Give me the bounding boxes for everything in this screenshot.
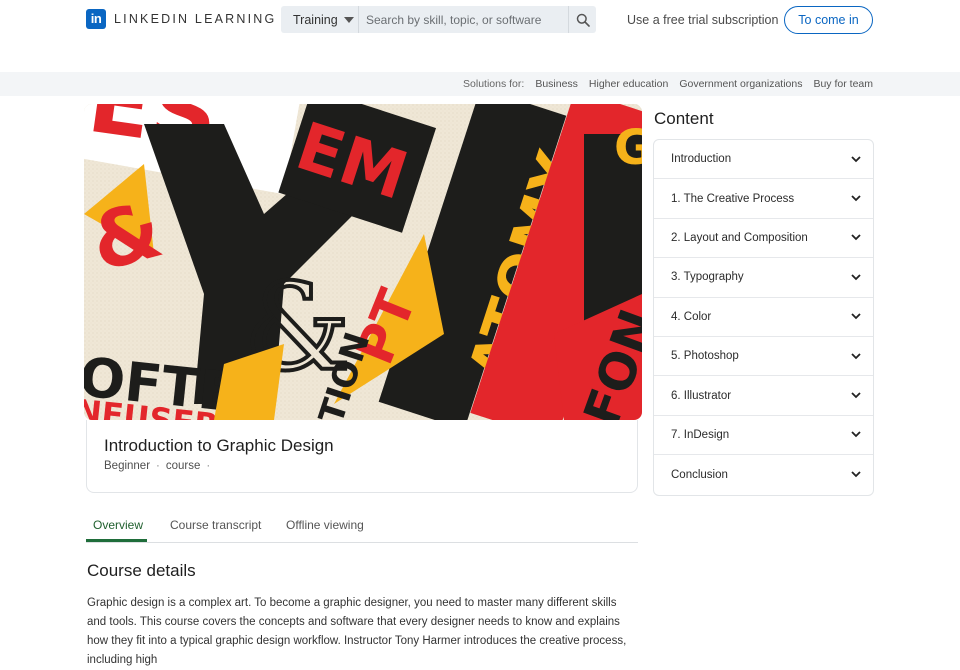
content-item-label: 7. InDesign: [671, 428, 730, 441]
content-item-label: 4. Color: [671, 310, 712, 323]
course-info-card: Introduction to Graphic Design Beginner …: [86, 420, 638, 493]
chevron-down-icon: [851, 274, 861, 281]
chevron-down-icon: [851, 313, 861, 320]
content-item-illustrator[interactable]: 6. Illustrator: [654, 376, 873, 416]
chevron-down-icon: [851, 431, 861, 438]
free-trial-link[interactable]: Use a free trial subscription: [627, 13, 778, 27]
course-hero-image[interactable]: ES & EM ATOMY KING G PT & OFTEN NFUSER T…: [84, 104, 642, 420]
chevron-down-icon: [851, 234, 861, 241]
course-meta: Beginner · course ·: [104, 460, 216, 472]
content-item-color[interactable]: 4. Color: [654, 298, 873, 337]
tab-overview[interactable]: Overview: [93, 518, 143, 532]
solutions-link-higher-education[interactable]: Higher education: [589, 78, 668, 90]
solutions-label: Solutions for:: [463, 78, 525, 90]
content-item-label: Introduction: [671, 153, 732, 166]
search-icon: [576, 13, 590, 27]
content-item-label: 6. Illustrator: [671, 389, 732, 402]
chevron-down-icon: [851, 471, 861, 478]
top-header: in LINKEDIN LEARNING Training Use a free…: [0, 0, 960, 72]
chevron-down-icon: [851, 392, 861, 399]
content-accordion: Introduction 1. The Creative Process 2. …: [653, 139, 874, 496]
meta-separator: ·: [156, 460, 160, 472]
tab-course-transcript[interactable]: Course transcript: [170, 518, 261, 532]
course-title: Introduction to Graphic Design: [104, 436, 334, 455]
course-details-text: Graphic design is a complex art. To beco…: [87, 597, 627, 666]
meta-separator: ·: [206, 460, 211, 472]
course-tabs: Overview Course transcript Offline viewi…: [86, 508, 638, 543]
hero-letter-g: G: [614, 120, 642, 176]
course-details-heading: Course details: [87, 561, 196, 580]
chevron-down-icon: [851, 156, 861, 162]
linkedin-learning-logo[interactable]: in LINKEDIN LEARNING: [86, 9, 276, 29]
logo-text: LINKEDIN LEARNING: [114, 12, 277, 26]
content-item-typography[interactable]: 3. Typography: [654, 258, 873, 298]
solutions-link-business[interactable]: Business: [535, 78, 578, 90]
solutions-link-government[interactable]: Government organizations: [679, 78, 802, 90]
typography-collage-image: ES & EM ATOMY KING G PT & OFTEN NFUSER T…: [84, 104, 642, 420]
search-input[interactable]: [358, 6, 568, 33]
content-heading: Content: [654, 109, 714, 128]
solutions-link-buy-for-team[interactable]: Buy for team: [813, 78, 873, 90]
content-item-photoshop[interactable]: 5. Photoshop: [654, 337, 873, 377]
training-label: Training: [293, 12, 338, 27]
content-item-creative-process[interactable]: 1. The Creative Process: [654, 179, 873, 219]
content-item-indesign[interactable]: 7. InDesign: [654, 416, 873, 456]
sign-in-button[interactable]: To come in: [784, 6, 873, 34]
chevron-down-icon: [851, 353, 861, 359]
training-dropdown[interactable]: Training: [281, 6, 358, 33]
content-item-layout-composition[interactable]: 2. Layout and Composition: [654, 219, 873, 259]
content-item-introduction[interactable]: Introduction: [654, 140, 873, 180]
tab-offline-viewing[interactable]: Offline viewing: [286, 518, 364, 532]
active-tab-indicator: [86, 539, 147, 542]
course-type: course: [165, 460, 201, 472]
content-item-label: 1. The Creative Process: [671, 192, 795, 205]
solutions-bar: Solutions for: Business Higher education…: [0, 72, 960, 96]
content-item-label: 5. Photoshop: [671, 350, 739, 363]
content-item-label: 3. Typography: [671, 271, 744, 284]
chevron-down-icon: [851, 195, 861, 202]
content-item-label: Conclusion: [671, 468, 728, 481]
solutions-nav: Solutions for: Business Higher education…: [463, 78, 873, 90]
caret-down-icon: [343, 16, 354, 23]
content-item-conclusion[interactable]: Conclusion: [654, 455, 873, 494]
course-level: Beginner: [104, 460, 151, 472]
search-button[interactable]: [568, 6, 596, 33]
content-item-label: 2. Layout and Composition: [671, 231, 808, 244]
linkedin-logo-icon: in: [86, 9, 106, 29]
